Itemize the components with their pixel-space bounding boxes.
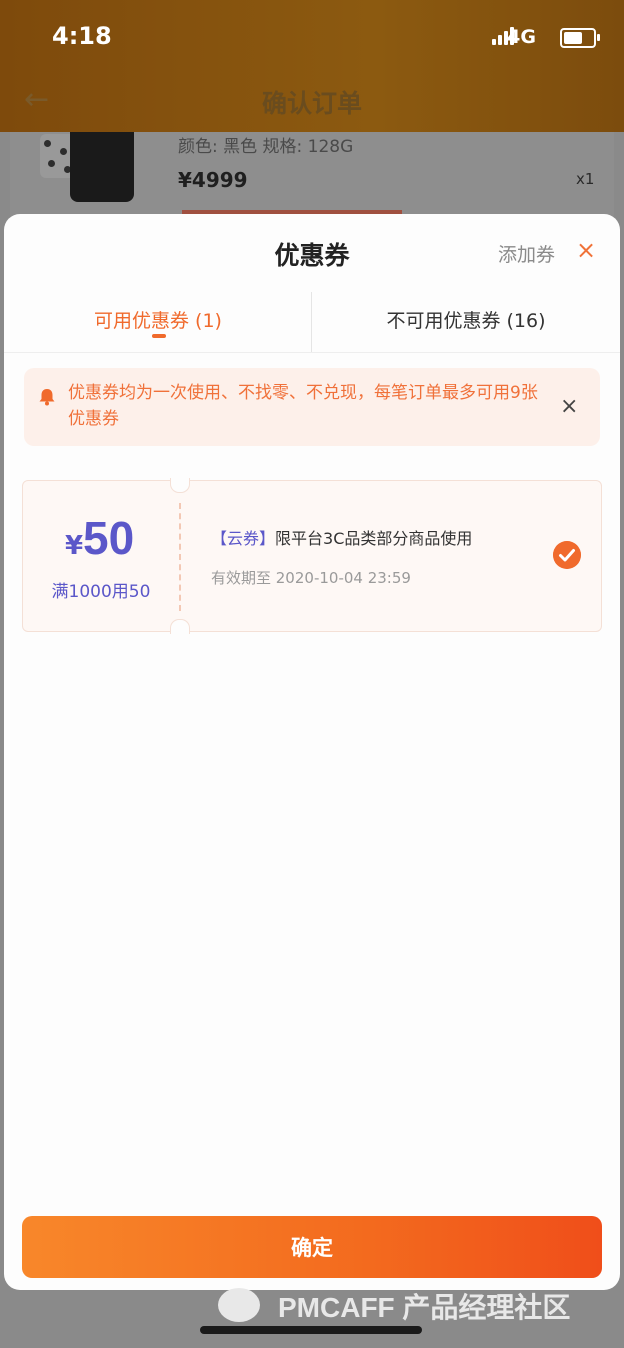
watermark-text: PMCAFF 产品经理社区 bbox=[278, 1292, 571, 1323]
coupon-validity: 有效期至 2020-10-04 23:59 bbox=[211, 569, 411, 587]
coupon-divider bbox=[179, 503, 181, 611]
product-quantity: x1 bbox=[576, 170, 595, 188]
battery-icon bbox=[560, 28, 600, 48]
coupon-tag: 【云券】 bbox=[211, 529, 276, 548]
product-image bbox=[70, 132, 134, 202]
coupon-condition: 满1000用50 bbox=[51, 582, 151, 602]
notice-banner: 优惠券均为一次使用、不找零、不兑现，每笔订单最多可用9张优惠券 × bbox=[24, 368, 600, 446]
product-spec: 颜色: 黑色 规格: 128G bbox=[178, 137, 354, 157]
coupon-sheet: 优惠券 添加券 × 可用优惠券 (1) 不可用优惠券 (16) 优惠券均为一次使… bbox=[4, 214, 620, 1290]
coupon-currency: ¥ bbox=[65, 531, 84, 561]
product-price: ¥4999 bbox=[178, 168, 248, 192]
tabs-border bbox=[4, 352, 620, 353]
check-circle-icon[interactable] bbox=[553, 541, 581, 569]
coupon-card[interactable]: ¥ 50 满1000用50 【云券】限平台3C品类部分商品使用 有效期至 202… bbox=[22, 478, 602, 634]
notice-text: 优惠券均为一次使用、不找零、不兑现，每笔订单最多可用9张优惠券 bbox=[68, 383, 538, 429]
notice-close-icon[interactable]: × bbox=[560, 394, 578, 419]
home-indicator[interactable] bbox=[200, 1326, 422, 1334]
pmcaff-logo-icon bbox=[218, 1288, 260, 1322]
status-time: 4:18 bbox=[52, 22, 112, 50]
coupon-notch-top bbox=[170, 478, 190, 493]
add-coupon-button[interactable]: 添加券 bbox=[498, 240, 555, 267]
tab-unavailable-coupons[interactable]: 不可用优惠券 (16) bbox=[312, 306, 620, 333]
coupon-value-area: ¥ 50 满1000用50 bbox=[23, 481, 179, 631]
status-bar: 4:18 4G ← 确认订单 bbox=[0, 0, 624, 132]
coupon-description: 【云券】限平台3C品类部分商品使用 bbox=[211, 525, 472, 549]
network-label: 4G bbox=[507, 26, 536, 48]
bell-icon bbox=[39, 389, 55, 406]
coupon-amount: 50 bbox=[83, 512, 135, 564]
close-icon[interactable]: × bbox=[576, 236, 596, 264]
coupon-notch-bottom bbox=[170, 619, 190, 634]
page-title: 确认订单 bbox=[261, 89, 362, 118]
confirm-button[interactable]: 确定 bbox=[22, 1216, 602, 1278]
coupon-scope: 限平台3C品类部分商品使用 bbox=[275, 529, 473, 548]
tab-active-indicator bbox=[152, 334, 166, 338]
tab-available-coupons[interactable]: 可用优惠券 (1) bbox=[4, 306, 312, 333]
